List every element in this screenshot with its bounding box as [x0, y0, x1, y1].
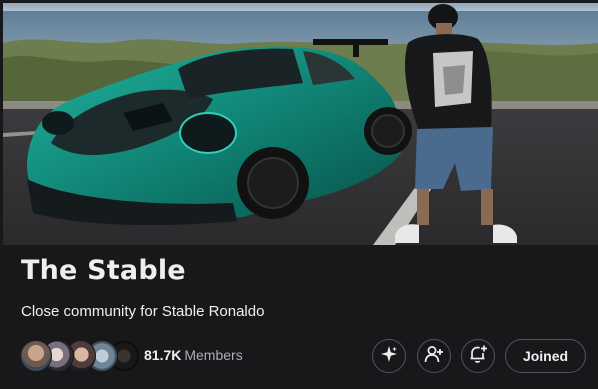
- add-user-icon: [424, 345, 444, 367]
- member-avatars[interactable]: [20, 340, 140, 372]
- notifications-button[interactable]: [461, 339, 495, 373]
- community-header: The Stable Close community for Stable Ro…: [0, 0, 598, 389]
- community-description: Close community for Stable Ronaldo: [21, 303, 265, 320]
- member-count: 81.7K Members: [144, 347, 243, 363]
- community-title: The Stable: [21, 255, 186, 286]
- member-count-value: 81.7K: [144, 347, 182, 363]
- sparkle-icon: [380, 345, 398, 367]
- member-avatar-1: [20, 340, 52, 372]
- invite-member-button[interactable]: [417, 339, 451, 373]
- sparkle-button[interactable]: [372, 339, 406, 373]
- community-banner-image: [3, 3, 598, 245]
- member-count-label: Members: [184, 347, 243, 363]
- joined-button[interactable]: Joined: [505, 339, 586, 373]
- bell-plus-icon: [468, 344, 488, 368]
